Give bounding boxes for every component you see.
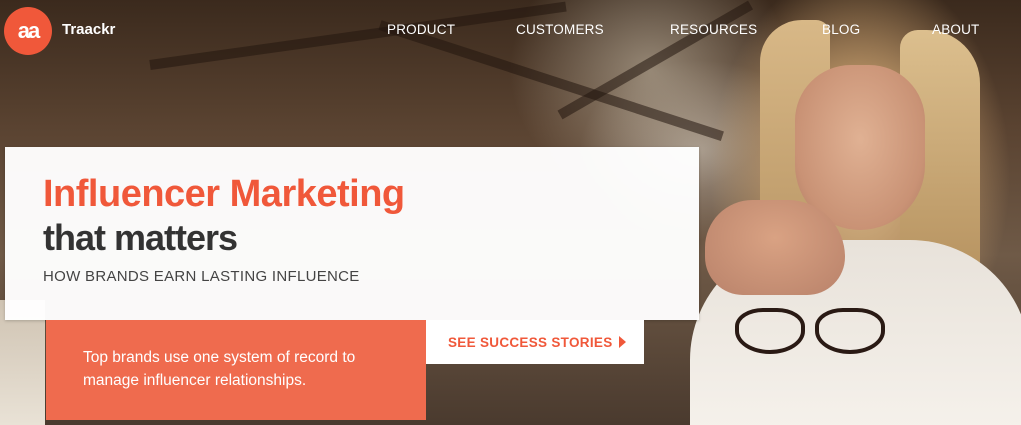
hero-description: Top brands use one system of record to m… xyxy=(83,349,356,389)
nav-item-blog[interactable]: BLOG xyxy=(822,22,860,37)
hero-tagline: HOW BRANDS EARN LASTING INFLUENCE xyxy=(43,268,360,285)
cta-label: SEE SUCCESS STORIES xyxy=(448,335,613,350)
hero-section: aa Traackr PRODUCT CUSTOMERS RESOURCES B… xyxy=(0,0,1021,425)
logo-text: aa xyxy=(17,18,41,43)
headline-card: Influencer Marketing that matters HOW BR… xyxy=(5,147,699,320)
brand-logo[interactable]: aa xyxy=(4,7,52,55)
triangle-right-icon xyxy=(619,336,626,348)
hero-photo-glasses xyxy=(735,300,885,360)
hero-photo-hand xyxy=(705,200,845,295)
nav-item-resources[interactable]: RESOURCES xyxy=(670,22,757,37)
top-navigation: aa Traackr PRODUCT CUSTOMERS RESOURCES B… xyxy=(0,0,1021,60)
brand-name[interactable]: Traackr xyxy=(62,21,115,38)
nav-item-customers[interactable]: CUSTOMERS xyxy=(516,22,604,37)
hero-photo-face xyxy=(795,65,925,230)
hero-headline: Influencer Marketing xyxy=(43,173,405,215)
nav-item-product[interactable]: PRODUCT xyxy=(387,22,455,37)
see-success-stories-button[interactable]: SEE SUCCESS STORIES xyxy=(426,320,644,364)
nav-item-about[interactable]: ABOUT xyxy=(932,22,980,37)
description-box: Top brands use one system of record to m… xyxy=(46,320,426,420)
hero-subheadline: that matters xyxy=(43,217,238,258)
